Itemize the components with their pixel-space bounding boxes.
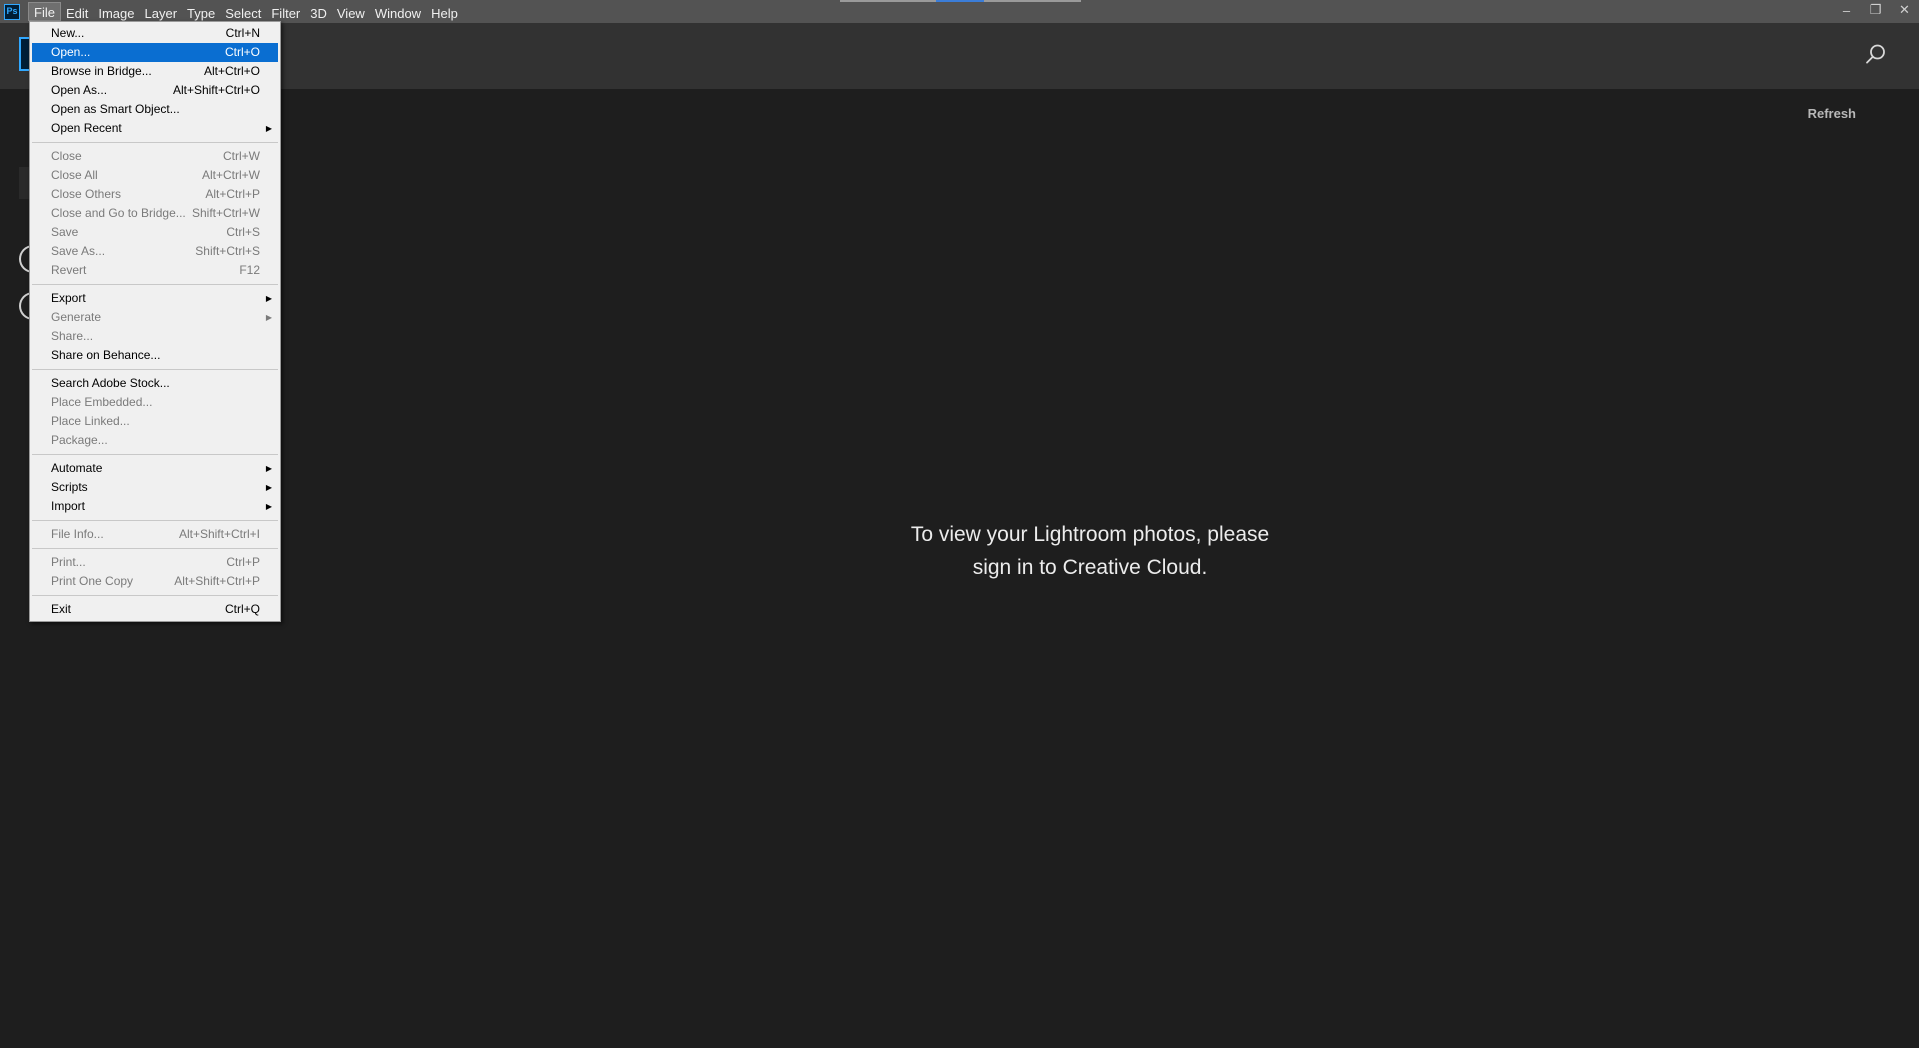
- menu-item-export[interactable]: Export ▶: [32, 289, 278, 308]
- message-line-1: To view your Lightroom photos, please: [910, 523, 1270, 546]
- photoshop-window: Ps File Edit Image Layer Type Select Fil…: [0, 0, 1919, 1048]
- menu-bar: Ps File Edit Image Layer Type Select Fil…: [0, 0, 1919, 23]
- submenu-arrow-icon: ▶: [265, 313, 272, 322]
- menu-item-open-as-smart-object[interactable]: Open as Smart Object...: [32, 100, 278, 119]
- menu-item-close-others[interactable]: Close Others Alt+Ctrl+P: [32, 185, 278, 204]
- refresh-button[interactable]: Refresh: [1808, 106, 1856, 121]
- menu-separator: [32, 369, 278, 370]
- menu-item-open-as[interactable]: Open As... Alt+Shift+Ctrl+O: [32, 81, 278, 100]
- menu-item-revert[interactable]: Revert F12: [32, 261, 278, 280]
- restore-button[interactable]: ❐: [1861, 0, 1890, 20]
- menu-3d[interactable]: 3D: [305, 2, 332, 21]
- menu-item-file-info[interactable]: File Info... Alt+Shift+Ctrl+I: [32, 525, 278, 544]
- submenu-arrow-icon: ▶: [265, 502, 272, 511]
- menu-image[interactable]: Image: [93, 2, 139, 21]
- title-drag-strip[interactable]: [840, 0, 1081, 2]
- menu-item-generate[interactable]: Generate ▶: [32, 308, 278, 327]
- menu-item-browse-in-bridge[interactable]: Browse in Bridge... Alt+Ctrl+O: [32, 62, 278, 81]
- menu-item-close-and-go-to-bridge[interactable]: Close and Go to Bridge... Shift+Ctrl+W: [32, 204, 278, 223]
- menu-item-new[interactable]: New... Ctrl+N: [32, 24, 278, 43]
- menu-separator: [32, 520, 278, 521]
- menu-item-search-adobe-stock[interactable]: Search Adobe Stock...: [32, 374, 278, 393]
- menu-item-open[interactable]: Open... Ctrl+O: [32, 43, 278, 62]
- submenu-arrow-icon: ▶: [265, 483, 272, 492]
- menu-item-close[interactable]: Close Ctrl+W: [32, 147, 278, 166]
- menu-view[interactable]: View: [332, 2, 370, 21]
- lightroom-signin-message: To view your Lightroom photos, please si…: [890, 518, 1290, 584]
- submenu-arrow-icon: ▶: [265, 464, 272, 473]
- menu-type[interactable]: Type: [182, 2, 220, 21]
- menu-layer[interactable]: Layer: [140, 2, 183, 21]
- menu-item-share-on-behance[interactable]: Share on Behance...: [32, 346, 278, 365]
- menu-file[interactable]: File: [28, 2, 61, 21]
- menu-item-save[interactable]: Save Ctrl+S: [32, 223, 278, 242]
- menu-separator: [32, 454, 278, 455]
- menu-item-import[interactable]: Import ▶: [32, 497, 278, 516]
- submenu-arrow-icon: ▶: [265, 294, 272, 303]
- menu-item-print[interactable]: Print... Ctrl+P: [32, 553, 278, 572]
- home-header: [0, 23, 1919, 89]
- menu-item-close-all[interactable]: Close All Alt+Ctrl+W: [32, 166, 278, 185]
- search-icon[interactable]: [1865, 43, 1887, 65]
- menu-item-package[interactable]: Package...: [32, 431, 278, 450]
- menu-item-exit[interactable]: Exit Ctrl+Q: [32, 600, 278, 619]
- menu-filter[interactable]: Filter: [266, 2, 305, 21]
- file-menu-dropdown: New... Ctrl+N Open... Ctrl+O Browse in Bri…: [29, 21, 281, 622]
- menu-item-scripts[interactable]: Scripts ▶: [32, 478, 278, 497]
- menu-separator: [32, 284, 278, 285]
- close-button[interactable]: ✕: [1890, 0, 1919, 20]
- menu-item-place-linked[interactable]: Place Linked...: [32, 412, 278, 431]
- menu-item-open-recent[interactable]: Open Recent ▶: [32, 119, 278, 138]
- submenu-arrow-icon: ▶: [265, 124, 272, 133]
- message-line-2: sign in to Creative Cloud.: [972, 556, 1208, 579]
- window-controls: – ❐ ✕: [1832, 0, 1919, 23]
- menu-item-place-embedded[interactable]: Place Embedded...: [32, 393, 278, 412]
- menu-edit[interactable]: Edit: [61, 2, 93, 21]
- menu-item-share[interactable]: Share...: [32, 327, 278, 346]
- menu-separator: [32, 142, 278, 143]
- menu-item-print-one-copy[interactable]: Print One Copy Alt+Shift+Ctrl+P: [32, 572, 278, 591]
- menu-select[interactable]: Select: [220, 2, 266, 21]
- photoshop-logo-icon: Ps: [4, 3, 20, 20]
- menu-item-save-as[interactable]: Save As... Shift+Ctrl+S: [32, 242, 278, 261]
- menu-help[interactable]: Help: [426, 2, 463, 21]
- minimize-button[interactable]: –: [1832, 0, 1861, 20]
- menu-separator: [32, 548, 278, 549]
- menu-item-automate[interactable]: Automate ▶: [32, 459, 278, 478]
- menu-separator: [32, 595, 278, 596]
- menu-window[interactable]: Window: [370, 2, 426, 21]
